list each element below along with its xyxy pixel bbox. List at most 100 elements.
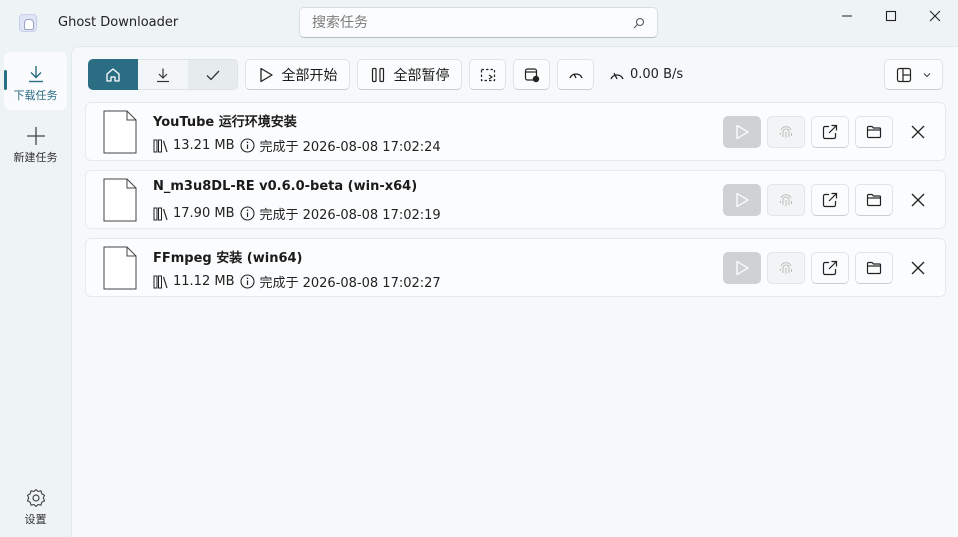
select-icon — [480, 68, 495, 81]
open-external-icon — [822, 124, 838, 140]
minimize-button[interactable] — [824, 0, 870, 32]
verify-hash-button[interactable] — [767, 252, 805, 284]
close-icon — [911, 125, 925, 139]
download-speed: 0.00 B/s — [609, 67, 683, 82]
speed-limit-button[interactable] — [557, 59, 594, 90]
verify-hash-button[interactable] — [767, 184, 805, 216]
start-all-label: 全部开始 — [281, 67, 338, 84]
main-panel: 全部开始 全部暂停 0.00 B/s YouTube 运行环境安装 13.21 … — [71, 46, 958, 537]
layout-grid-icon — [896, 67, 911, 82]
start-all-button[interactable]: 全部开始 — [245, 59, 350, 90]
plus-icon — [26, 127, 45, 145]
speed-value: 0.00 B/s — [630, 67, 684, 82]
resume-button[interactable] — [723, 252, 761, 284]
search-box[interactable] — [299, 7, 658, 38]
open-file-button[interactable] — [811, 184, 849, 216]
fingerprint-icon — [780, 262, 792, 274]
select-mode-button[interactable] — [469, 59, 506, 90]
pause-icon — [371, 67, 384, 82]
info-icon — [240, 138, 256, 153]
task-meta: 17.90 MB 完成于 2026-08-08 17:02:19 — [153, 204, 447, 223]
play-icon — [736, 124, 749, 140]
close-icon — [911, 261, 925, 275]
pause-all-button[interactable]: 全部暂停 — [357, 59, 462, 90]
home-icon — [106, 67, 120, 82]
delete-task-button[interactable] — [899, 184, 937, 216]
file-icon — [103, 246, 137, 290]
open-file-button[interactable] — [811, 116, 849, 148]
open-folder-button[interactable] — [855, 252, 893, 284]
task-name: N_m3u8DL-RE v0.6.0-beta (win-x64) — [153, 179, 418, 194]
open-external-icon — [822, 260, 838, 276]
schedule-button[interactable] — [513, 59, 550, 90]
delete-task-button[interactable] — [899, 252, 937, 284]
task-card[interactable]: YouTube 运行环境安装 13.21 MB 完成于 2026-08-08 1… — [85, 102, 946, 161]
task-size: 13.21 MB — [173, 138, 235, 153]
app-logo-icon — [19, 14, 37, 32]
open-external-icon — [822, 192, 838, 208]
filter-downloading-button[interactable] — [138, 59, 188, 90]
gauge-icon — [568, 72, 583, 78]
library-icon — [153, 139, 168, 152]
task-name: FFmpeg 安装 (win64) — [153, 251, 303, 266]
fingerprint-icon — [780, 126, 792, 138]
filter-all-button[interactable] — [88, 59, 138, 90]
title-bar: Ghost Downloader — [0, 0, 958, 46]
maximize-icon — [885, 10, 897, 22]
delete-task-button[interactable] — [899, 116, 937, 148]
calendar-clock-icon — [524, 67, 539, 82]
view-layout-button[interactable] — [884, 59, 943, 90]
folder-icon — [866, 125, 882, 139]
task-size: 11.12 MB — [173, 274, 235, 289]
sidebar-item-download-tasks[interactable]: 下载任务 — [4, 52, 67, 110]
task-card[interactable]: FFmpeg 安装 (win64) 11.12 MB 完成于 2026-08-0… — [85, 238, 946, 297]
close-icon — [911, 193, 925, 207]
task-status: 完成于 2026-08-08 17:02:19 — [259, 208, 441, 223]
app-title: Ghost Downloader — [58, 15, 179, 30]
task-name: YouTube 运行环境安装 — [153, 115, 297, 130]
task-status: 完成于 2026-08-08 17:02:27 — [259, 276, 441, 291]
search-input[interactable] — [300, 8, 620, 37]
maximize-button[interactable] — [868, 0, 914, 32]
play-icon — [259, 67, 273, 82]
sidebar-item-label: 下载任务 — [13, 89, 58, 102]
chevron-down-icon — [923, 72, 930, 77]
open-folder-button[interactable] — [855, 116, 893, 148]
speedometer-icon — [610, 72, 624, 79]
download-icon — [28, 66, 43, 83]
checkmark-icon — [206, 70, 219, 80]
folder-icon — [866, 193, 882, 207]
resume-button[interactable] — [723, 184, 761, 216]
verify-hash-button[interactable] — [767, 116, 805, 148]
file-icon — [103, 178, 137, 222]
filter-completed-button[interactable] — [188, 59, 238, 90]
task-size: 17.90 MB — [173, 206, 235, 221]
download-icon — [157, 68, 169, 82]
search-icon[interactable] — [633, 17, 645, 29]
fingerprint-icon — [780, 194, 792, 206]
task-meta: 13.21 MB 完成于 2026-08-08 17:02:24 — [153, 136, 447, 155]
library-icon — [153, 207, 168, 220]
open-folder-button[interactable] — [855, 184, 893, 216]
library-icon — [153, 275, 168, 288]
task-status: 完成于 2026-08-08 17:02:24 — [259, 140, 441, 155]
sidebar-item-settings[interactable]: 设置 — [4, 476, 67, 534]
close-window-button[interactable] — [912, 0, 958, 32]
info-icon — [240, 206, 256, 221]
close-icon — [929, 10, 941, 22]
pause-all-label: 全部暂停 — [393, 67, 450, 84]
sidebar: 下载任务 新建任务 设置 — [0, 46, 70, 537]
resume-button[interactable] — [723, 116, 761, 148]
info-icon — [240, 274, 256, 289]
open-file-button[interactable] — [811, 252, 849, 284]
sidebar-item-label: 新建任务 — [13, 151, 58, 164]
folder-icon — [866, 261, 882, 275]
sidebar-item-new-task[interactable]: 新建任务 — [4, 114, 67, 172]
play-icon — [736, 260, 749, 276]
play-icon — [736, 192, 749, 208]
file-icon — [103, 110, 137, 154]
filter-segment — [88, 59, 238, 90]
task-card[interactable]: N_m3u8DL-RE v0.6.0-beta (win-x64) 17.90 … — [85, 170, 946, 229]
minimize-icon — [842, 15, 852, 17]
sidebar-item-label: 设置 — [24, 513, 47, 526]
